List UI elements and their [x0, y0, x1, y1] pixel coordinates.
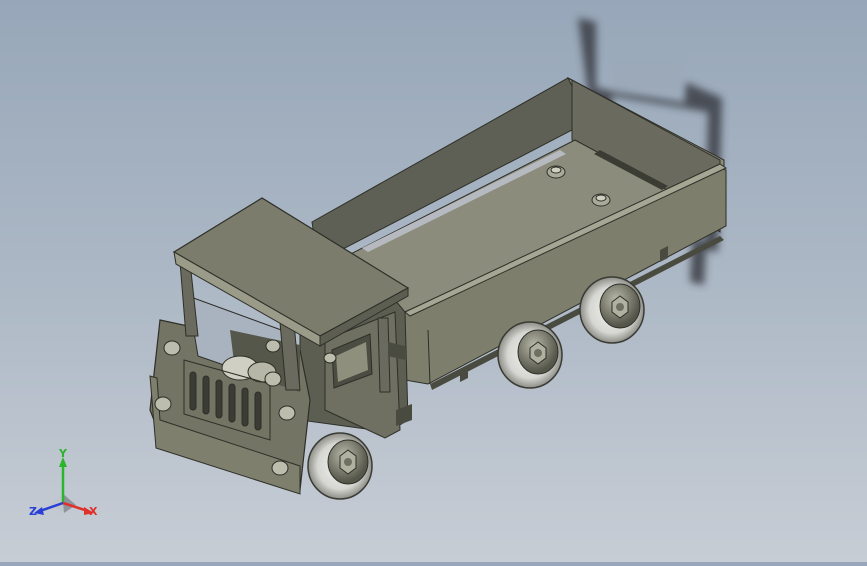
truck-model	[149, 18, 728, 500]
y-axis-label: Y	[59, 447, 67, 460]
bed-bolt	[546, 165, 566, 179]
model-viewport[interactable]	[0, 0, 867, 562]
bed-bolt	[591, 193, 611, 207]
orientation-triad[interactable]: Y X Z	[22, 445, 112, 525]
front-wheel	[307, 432, 373, 500]
rear-wheel	[579, 276, 645, 344]
middle-wheel	[497, 321, 563, 389]
z-axis-label: Z	[29, 505, 37, 518]
x-axis-label: X	[89, 505, 98, 518]
